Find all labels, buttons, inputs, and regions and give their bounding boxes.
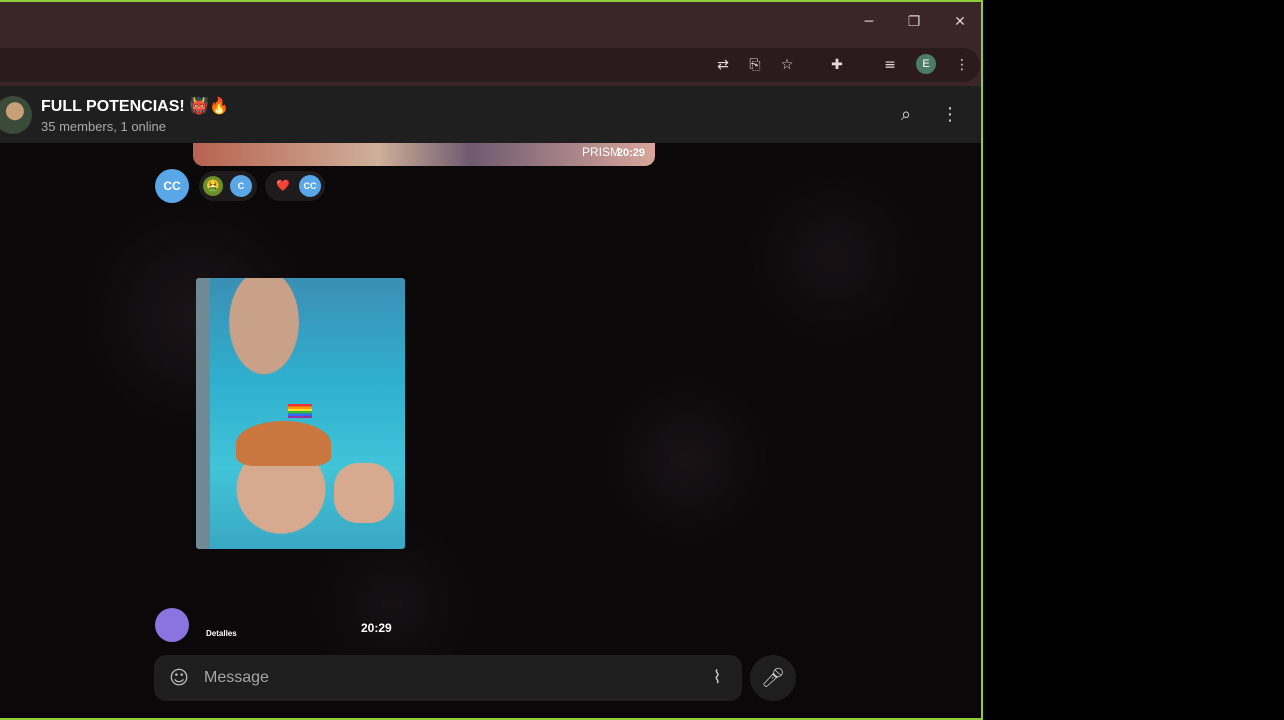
screen: ─ ❐ ✕ ⇄ ⎘ ☆ ✚ ≡ ⋮ E FULL POTENCIAS! 👹🔥 3… — [0, 0, 1284, 720]
rainbow-flag — [288, 404, 312, 418]
message-composer: ☺ ⌇ — [154, 655, 742, 701]
more-options-icon[interactable]: ⋮ — [939, 104, 961, 126]
extensions-icon[interactable]: ✚ — [826, 55, 848, 75]
cast-icon[interactable]: ⎘ — [744, 55, 766, 75]
reaction-chip[interactable]: ❤️ CC — [265, 171, 325, 201]
reaction-emoji: ❤️ — [276, 180, 290, 192]
media-icon[interactable]: ≡ — [879, 55, 901, 75]
message-input[interactable] — [204, 665, 684, 691]
thumbs-up-hand — [334, 463, 394, 523]
message-time: 20:29 — [616, 147, 645, 159]
group-avatar[interactable] — [0, 96, 32, 134]
group-member-count: 35 members, 1 online — [41, 119, 167, 134]
close-button[interactable]: ✕ — [947, 10, 973, 34]
previous-photo-message[interactable]: PRISM 20:29 — [193, 143, 655, 166]
photo-person — [220, 278, 308, 388]
profile-button[interactable]: E — [916, 54, 936, 74]
restore-button[interactable]: ❐ — [901, 10, 927, 34]
pool-wall — [196, 278, 210, 549]
menu-icon[interactable]: ⋮ — [951, 55, 973, 75]
reaction-user-avatar: C — [230, 175, 252, 197]
sender-avatar[interactable] — [155, 608, 189, 642]
message-caption: Detalles — [206, 629, 237, 638]
translate-icon[interactable]: ⇄ — [712, 55, 734, 75]
minimize-button[interactable]: ─ — [856, 10, 882, 34]
chat-background — [0, 143, 981, 718]
group-title: FULL POTENCIAS! 👹🔥 — [41, 98, 229, 115]
browser-window: ─ ❐ ✕ ⇄ ⎘ ☆ ✚ ≡ ⋮ E FULL POTENCIAS! 👹🔥 3… — [0, 0, 983, 720]
emoji-icon[interactable]: ☺ — [168, 667, 190, 689]
photo-hair — [236, 421, 331, 466]
sender-avatar[interactable]: CC — [155, 169, 189, 203]
microphone-icon[interactable]: 🎤︎ — [750, 655, 796, 701]
reaction-chip[interactable]: 🤮 C — [199, 171, 257, 201]
photo-message[interactable] — [196, 278, 405, 549]
star-icon[interactable]: ☆ — [776, 55, 798, 75]
search-icon[interactable]: ⌕ — [895, 104, 917, 126]
browser-toolbar: ⇄ ⎘ ☆ ✚ ≡ ⋮ — [0, 44, 981, 86]
message-time: 20:29 — [361, 621, 392, 635]
title-bar: ─ ❐ ✕ — [0, 2, 981, 44]
reaction-emoji: 🤮 — [203, 176, 223, 196]
chat-header[interactable]: FULL POTENCIAS! 👹🔥 35 members, 1 online … — [0, 86, 981, 143]
photo-watermark: PRISM — [581, 145, 620, 159]
attach-icon[interactable]: ⌇ — [706, 667, 728, 689]
reaction-user-avatar: CC — [299, 175, 321, 197]
